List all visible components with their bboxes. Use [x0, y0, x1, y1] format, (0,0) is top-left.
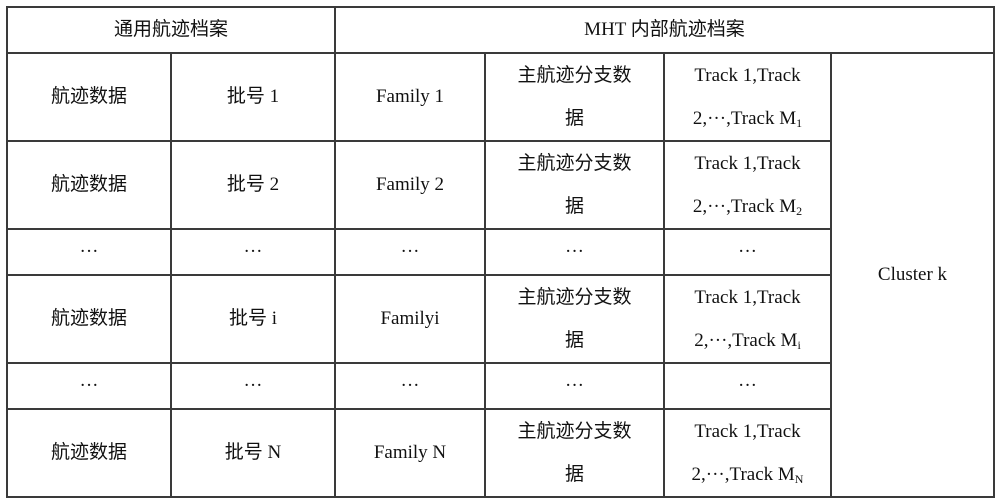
cluster-cell: Cluster k — [830, 52, 995, 498]
family-cell: Family 2 — [334, 140, 486, 230]
batch-cell: 批号 i — [170, 274, 336, 364]
tracks-cell: Track 1,Track 2,···,Track M2 — [663, 140, 832, 230]
track-data-cell: 航迹数据 — [6, 52, 172, 142]
table-row: 航迹数据 批号 1 Family 1 主航迹分支数据 Track 1,Track… — [6, 52, 995, 498]
ellipsis-cell: ··· — [170, 362, 336, 410]
tracks-subscript: 1 — [796, 116, 803, 130]
family-cell: Familyi — [334, 274, 486, 364]
header-mht-archive: MHT 内部航迹档案 — [334, 6, 995, 54]
tracks-cell: Track 1,Track 2,···,Track M1 — [663, 52, 832, 142]
branch-cell: 主航迹分支数据 — [484, 274, 665, 364]
tracks-line2: 2,···,Track M — [692, 196, 797, 217]
branch-line2: 据 — [564, 108, 584, 129]
track-data-cell: 航迹数据 — [6, 408, 172, 498]
ellipsis-cell: ··· — [484, 362, 665, 410]
branch-line1: 主航迹分支数 — [517, 287, 632, 308]
tracks-subscript: 2 — [796, 204, 803, 218]
track-data-cell: 航迹数据 — [6, 274, 172, 364]
tracks-line1: Track 1,Track — [694, 421, 801, 442]
track-data-cell: 航迹数据 — [6, 140, 172, 230]
tracks-subscript: i — [797, 338, 801, 352]
branch-cell: 主航迹分支数据 — [484, 140, 665, 230]
tracks-cell: Track 1,Track 2,···,Track Mi — [663, 274, 832, 364]
family-cell: Family 1 — [334, 52, 486, 142]
branch-line1: 主航迹分支数 — [517, 153, 632, 174]
ellipsis-cell: ··· — [170, 228, 336, 276]
batch-cell: 批号 1 — [170, 52, 336, 142]
branch-line1: 主航迹分支数 — [517, 65, 632, 86]
ellipsis-cell: ··· — [334, 362, 486, 410]
branch-line2: 据 — [564, 330, 584, 351]
branch-line2: 据 — [564, 196, 584, 217]
ellipsis-cell: ··· — [484, 228, 665, 276]
tracks-line1: Track 1,Track — [694, 287, 801, 308]
ellipsis-cell: ··· — [6, 228, 172, 276]
track-archive-table: 通用航迹档案 MHT 内部航迹档案 航迹数据 批号 1 Family 1 主航迹… — [6, 6, 995, 498]
tracks-line1: Track 1,Track — [694, 65, 801, 86]
batch-cell: 批号 N — [170, 408, 336, 498]
header-row: 通用航迹档案 MHT 内部航迹档案 — [6, 6, 995, 54]
tracks-line2: 2,···,Track M — [692, 108, 797, 129]
tracks-line2: 2,···,Track M — [694, 330, 798, 351]
tracks-line2: 2,···,Track M — [691, 464, 795, 485]
tracks-cell: Track 1,Track 2,···,Track MN — [663, 408, 832, 498]
tracks-line1: Track 1,Track — [694, 153, 801, 174]
ellipsis-cell: ··· — [663, 362, 832, 410]
batch-cell: 批号 2 — [170, 140, 336, 230]
family-cell: Family N — [334, 408, 486, 498]
ellipsis-cell: ··· — [663, 228, 832, 276]
tracks-subscript: N — [794, 472, 804, 486]
ellipsis-cell: ··· — [334, 228, 486, 276]
branch-line2: 据 — [564, 464, 584, 485]
ellipsis-cell: ··· — [6, 362, 172, 410]
branch-cell: 主航迹分支数据 — [484, 408, 665, 498]
branch-line1: 主航迹分支数 — [517, 421, 632, 442]
branch-cell: 主航迹分支数据 — [484, 52, 665, 142]
header-general-archive: 通用航迹档案 — [6, 6, 336, 54]
